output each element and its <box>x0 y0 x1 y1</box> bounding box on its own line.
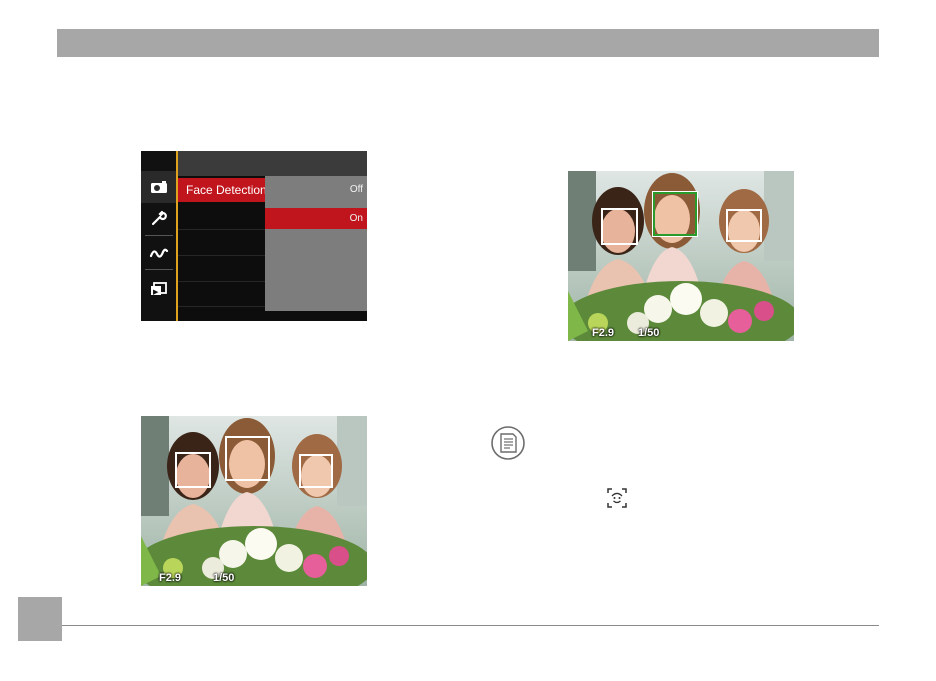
camera-menu-screenshot: ▶ Face Detection Off On <box>141 151 367 321</box>
section-header-bar <box>57 29 879 57</box>
aperture-readout: F2.9 <box>159 572 182 584</box>
face-detection-icon <box>607 488 627 508</box>
sidebar-accent-line <box>176 151 178 321</box>
shutter-readout: 1/50 <box>213 572 235 584</box>
face-frame <box>726 209 762 242</box>
option-off[interactable]: Off <box>350 184 363 195</box>
camera-icon <box>141 171 176 203</box>
wrench-icon <box>147 208 171 228</box>
menu-item-label: Face Detection <box>186 183 267 197</box>
face-frame-focused <box>652 191 698 237</box>
playback-icon: ▶ <box>147 279 171 299</box>
svg-text:▶: ▶ <box>153 288 159 296</box>
aperture-readout: F2.9 <box>592 327 615 339</box>
sidebar-divider <box>145 269 173 270</box>
page-number-tab <box>18 597 62 641</box>
face-frame <box>299 454 333 488</box>
menu-row-divider <box>178 306 265 307</box>
face-frame <box>175 452 211 488</box>
menu-sidebar: ▶ <box>141 151 178 321</box>
note-icon <box>491 426 525 460</box>
face-frame <box>225 436 270 481</box>
menu-item-face-detection[interactable]: Face Detection <box>178 178 267 202</box>
sidebar-divider <box>145 235 173 236</box>
face-frame <box>601 208 638 245</box>
wave-icon <box>147 243 171 263</box>
shutter-readout: 1/50 <box>638 327 660 339</box>
menu-row-divider <box>178 255 265 256</box>
face-detection-submenu: Off On <box>265 176 367 311</box>
menu-row-divider <box>178 281 265 282</box>
face-detection-photo-bottom: F2.9 1/50 <box>141 416 367 586</box>
menu-row-divider <box>178 229 265 230</box>
footer-rule <box>62 625 879 626</box>
face-detection-photo-top: F2.9 1/50 <box>568 171 794 341</box>
menu-title-bar <box>178 151 367 176</box>
option-on[interactable]: On <box>350 213 363 224</box>
